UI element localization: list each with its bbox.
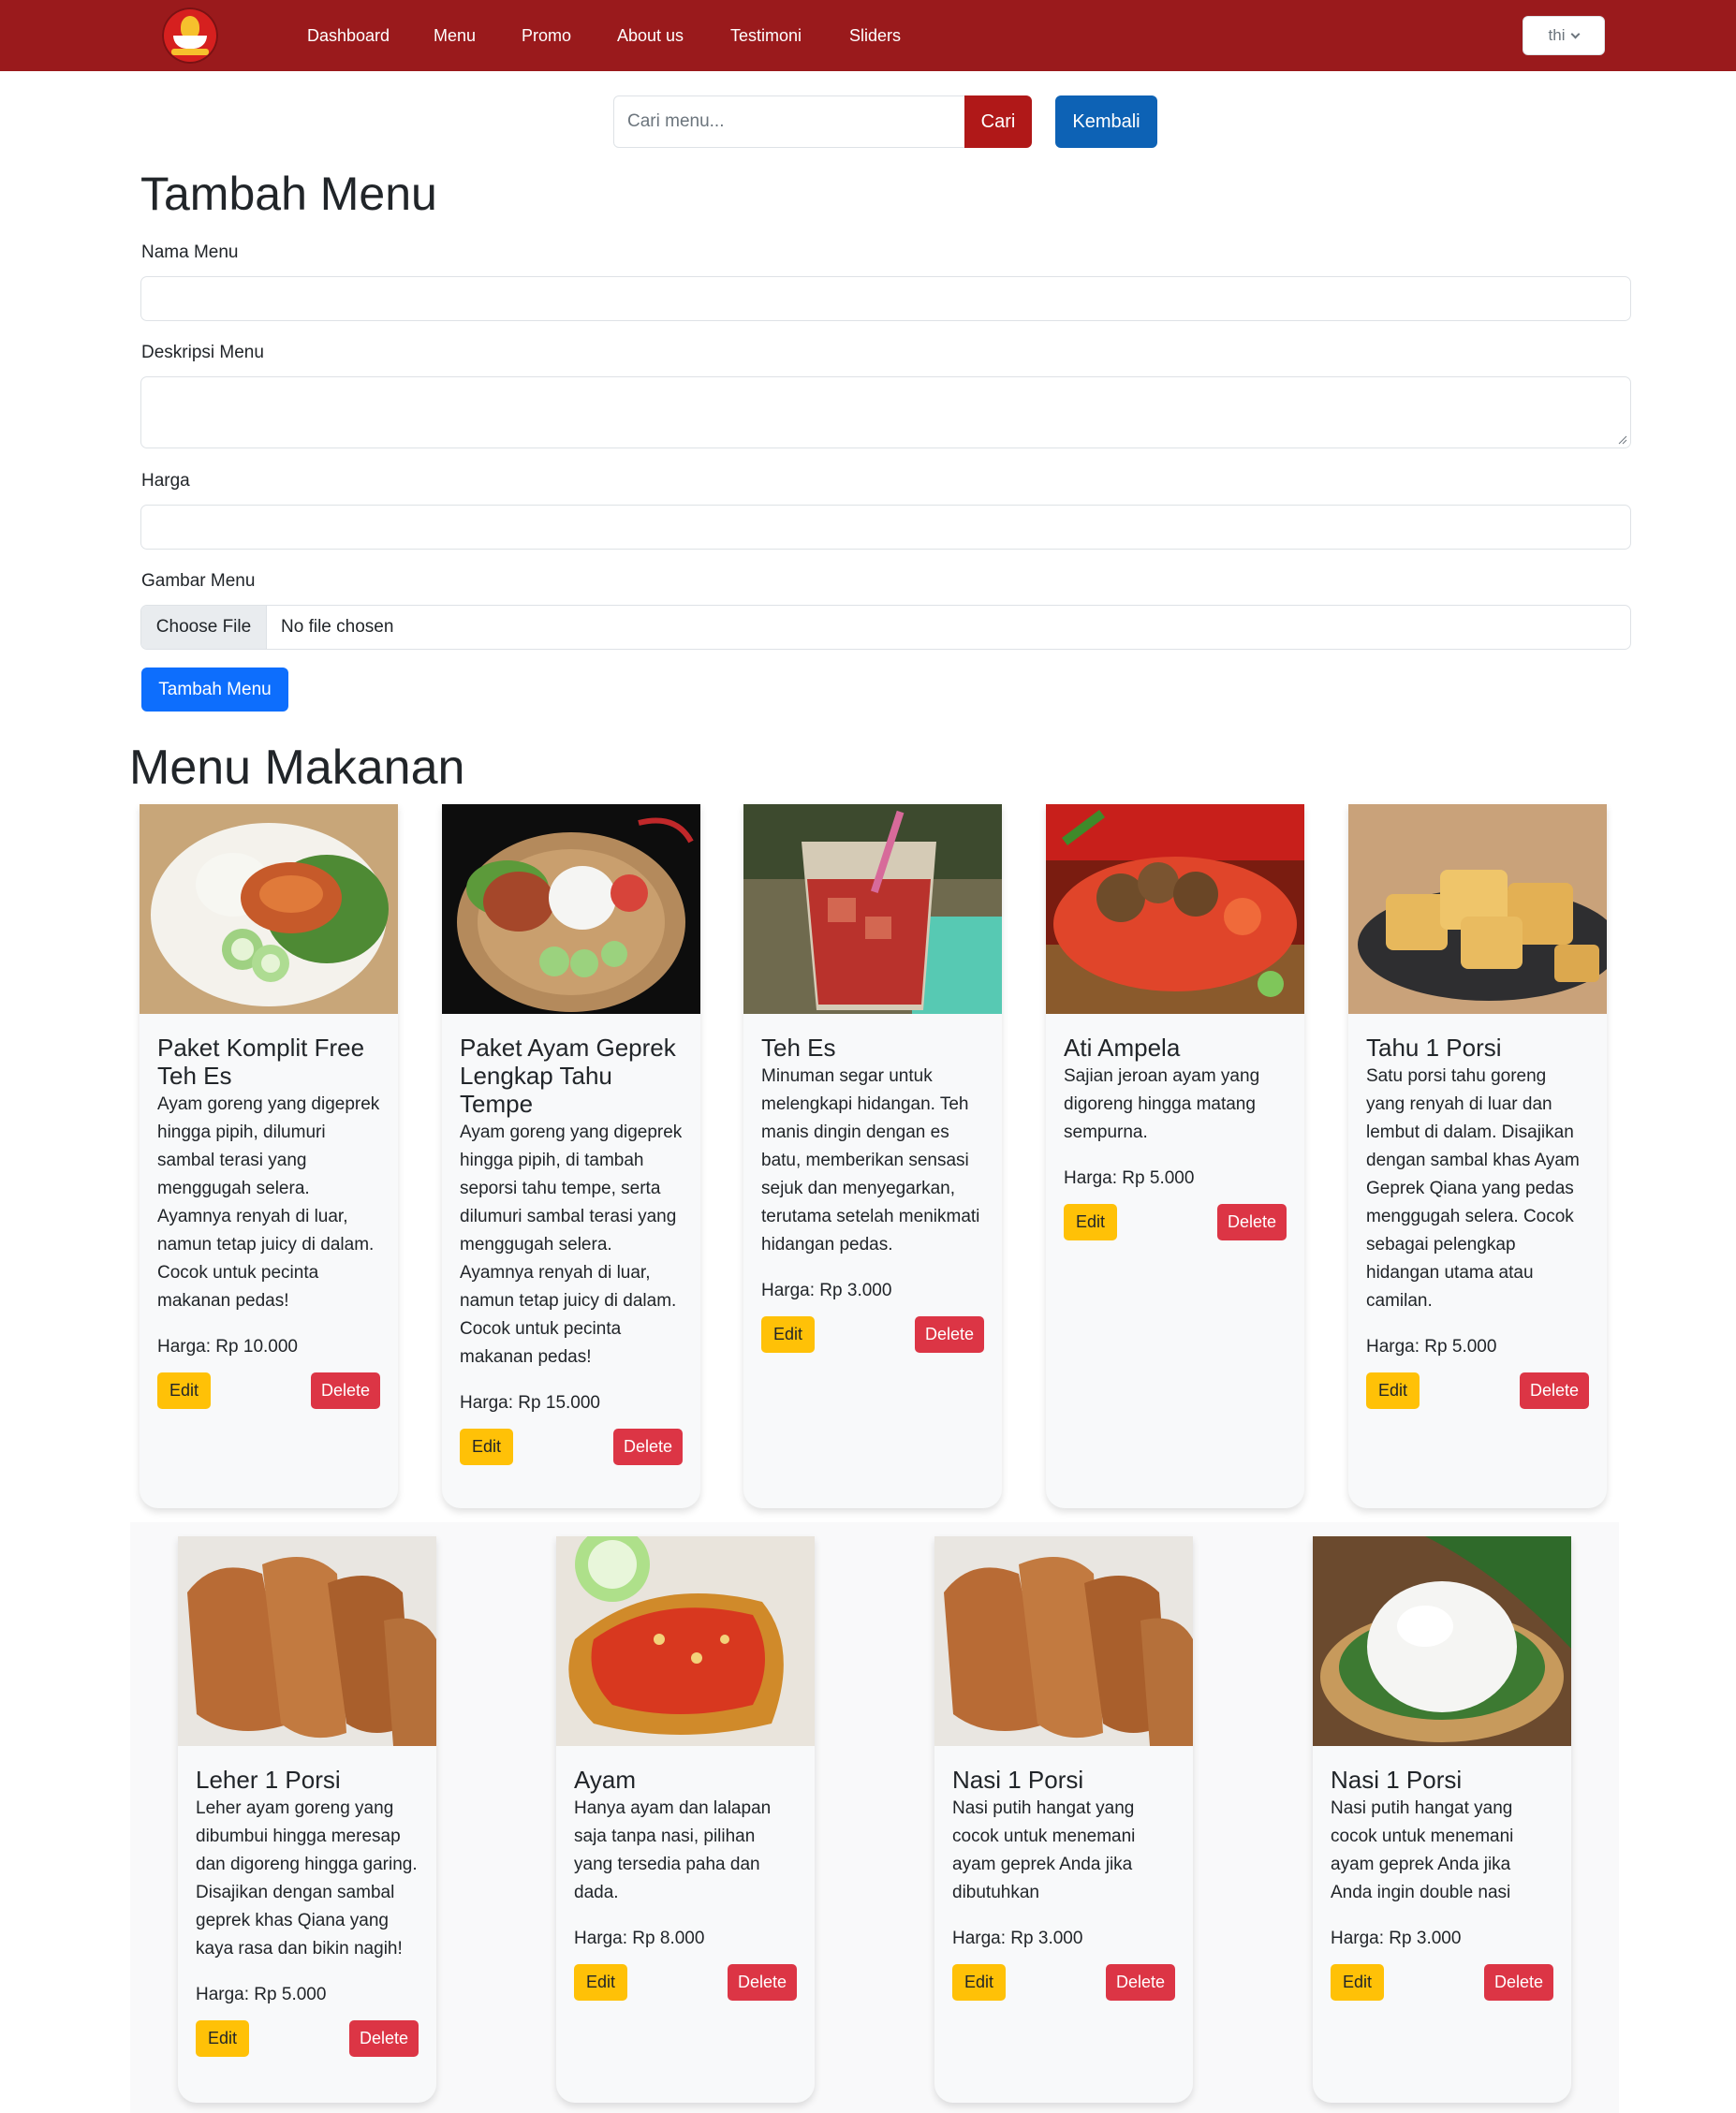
- menu-item-price: Harga: Rp 3.000: [1331, 1929, 1462, 1948]
- menu-item-name: Teh Es: [761, 1034, 836, 1062]
- nav-link-testimoni[interactable]: Testimoni: [730, 26, 802, 46]
- edit-button[interactable]: Edit: [460, 1429, 514, 1465]
- user-dropdown-label: thi: [1548, 26, 1566, 44]
- resize-handle-icon[interactable]: [1618, 435, 1627, 445]
- menu-item-name: Ati Ampela: [1064, 1034, 1181, 1062]
- menu-name-input[interactable]: [140, 276, 1631, 321]
- edit-button[interactable]: Edit: [196, 2020, 250, 2057]
- menu-description-textarea[interactable]: [140, 376, 1631, 448]
- delete-button[interactable]: Delete: [1483, 1964, 1553, 2001]
- nav-link-about-us[interactable]: About us: [617, 26, 684, 46]
- menu-name-label: Nama Menu: [141, 242, 239, 262]
- nav-link-menu[interactable]: Menu: [434, 26, 476, 46]
- menu-item-description: Minuman segar untuk melengkapi hidangan.…: [761, 1066, 980, 1255]
- menu-item-description: Hanya ayam dan lalapan saja tanpa nasi, …: [574, 1798, 772, 1902]
- choose-file-button[interactable]: Choose File: [141, 606, 267, 649]
- edit-button[interactable]: Edit: [761, 1316, 816, 1353]
- logo-bowl-icon: [173, 36, 207, 49]
- delete-button[interactable]: Delete: [612, 1429, 683, 1465]
- menu-item-price: Harga: Rp 10.000: [157, 1337, 298, 1357]
- menu-card: Tahu 1 Porsi Satu porsi tahu goreng yang…: [1348, 804, 1607, 1508]
- brand-logo[interactable]: [162, 7, 218, 64]
- navbar: Dashboard Menu Promo About us Testimoni …: [0, 0, 1736, 71]
- edit-button[interactable]: Edit: [952, 1964, 1007, 2001]
- delete-button[interactable]: Delete: [1105, 1964, 1175, 2001]
- search-input[interactable]: [613, 95, 965, 148]
- add-menu-button[interactable]: Tambah Menu: [141, 668, 288, 712]
- menu-image: [140, 804, 398, 1014]
- menu-item-price: Harga: Rp 5.000: [1366, 1337, 1497, 1357]
- nav-link-sliders[interactable]: Sliders: [849, 26, 901, 46]
- menu-item-name: Leher 1 Porsi: [196, 1766, 341, 1794]
- back-button[interactable]: Kembali: [1055, 95, 1157, 148]
- delete-button[interactable]: Delete: [1519, 1372, 1589, 1409]
- menu-card: Paket Ayam Geprek Lengkap Tahu Tempe Aya…: [442, 804, 700, 1508]
- form-title: Tambah Menu: [140, 168, 437, 220]
- edit-button[interactable]: Edit: [574, 1964, 628, 2001]
- menu-item-name: Ayam: [574, 1766, 636, 1794]
- menu-item-description: Satu porsi tahu goreng yang renyah di lu…: [1366, 1066, 1580, 1311]
- menu-image: [1348, 804, 1607, 1014]
- file-status-text: No file chosen: [281, 617, 394, 637]
- menu-card: Ati Ampela Sajian jeroan ayam yang digor…: [1046, 804, 1304, 1508]
- menu-image: [934, 1536, 1193, 1746]
- chevron-down-icon: [1571, 29, 1581, 38]
- delete-button[interactable]: Delete: [348, 2020, 419, 2057]
- edit-button[interactable]: Edit: [157, 1372, 212, 1409]
- menu-card: Ayam Hanya ayam dan lalapan saja tanpa n…: [556, 1536, 815, 2103]
- menu-item-price: Harga: Rp 15.000: [460, 1393, 600, 1413]
- menu-image: [743, 804, 1002, 1014]
- menu-item-price: Harga: Rp 8.000: [574, 1929, 705, 1948]
- delete-button[interactable]: Delete: [727, 1964, 797, 2001]
- nav-link-dashboard[interactable]: Dashboard: [307, 26, 390, 46]
- menu-item-description: Ayam goreng yang digeprek hingga pipih, …: [157, 1094, 380, 1311]
- menu-item-price: Harga: Rp 5.000: [196, 1985, 327, 2004]
- menu-description-label: Deskripsi Menu: [141, 343, 264, 362]
- menu-image: [178, 1536, 436, 1746]
- menu-image-file-input[interactable]: Choose File No file chosen: [140, 605, 1631, 650]
- nav-link-promo[interactable]: Promo: [522, 26, 571, 46]
- menu-item-price: Harga: Rp 3.000: [952, 1929, 1083, 1948]
- menu-item-description: Nasi putih hangat yang cocok untuk menem…: [1331, 1798, 1514, 1902]
- menu-section-title: Menu Makanan: [129, 741, 465, 795]
- search-button[interactable]: Cari: [964, 95, 1032, 148]
- edit-button[interactable]: Edit: [1366, 1372, 1420, 1409]
- menu-item-description: Sajian jeroan ayam yang digoreng hingga …: [1064, 1066, 1260, 1142]
- menu-image-label: Gambar Menu: [141, 571, 256, 591]
- menu-card: Teh Es Minuman segar untuk melengkapi hi…: [743, 804, 1002, 1508]
- menu-item-name: Paket Ayam Geprek Lengkap Tahu Tempe: [460, 1034, 676, 1118]
- menu-card: Paket Komplit Free Teh Es Ayam goreng ya…: [140, 804, 398, 1508]
- delete-button[interactable]: Delete: [310, 1372, 380, 1409]
- menu-item-price: Harga: Rp 3.000: [761, 1281, 892, 1300]
- edit-button[interactable]: Edit: [1064, 1204, 1118, 1240]
- delete-button[interactable]: Delete: [914, 1316, 984, 1353]
- menu-item-price: Harga: Rp 5.000: [1064, 1168, 1195, 1188]
- user-dropdown-button[interactable]: thi: [1523, 16, 1605, 55]
- menu-image: [1313, 1536, 1571, 1746]
- menu-item-description: Nasi putih hangat yang cocok untuk menem…: [952, 1798, 1136, 1902]
- menu-image: [1046, 804, 1304, 1014]
- logo-ribbon-icon: [171, 49, 209, 55]
- menu-card: Leher 1 Porsi Leher ayam goreng yang dib…: [178, 1536, 436, 2103]
- menu-card: Nasi 1 Porsi Nasi putih hangat yang coco…: [1313, 1536, 1571, 2103]
- menu-image: [442, 804, 700, 1014]
- menu-card: Nasi 1 Porsi Nasi putih hangat yang coco…: [934, 1536, 1193, 2103]
- edit-button[interactable]: Edit: [1331, 1964, 1385, 2001]
- price-label: Harga: [141, 471, 190, 491]
- menu-item-description: Leher ayam goreng yang dibumbui hingga m…: [196, 1798, 418, 1959]
- menu-item-name: Tahu 1 Porsi: [1366, 1034, 1502, 1062]
- price-input[interactable]: [140, 505, 1631, 550]
- menu-item-description: Ayam goreng yang digeprek hingga pipih, …: [460, 1123, 683, 1367]
- menu-image: [556, 1536, 815, 1746]
- menu-item-name: Paket Komplit Free Teh Es: [157, 1034, 365, 1090]
- menu-item-name: Nasi 1 Porsi: [952, 1766, 1084, 1794]
- delete-button[interactable]: Delete: [1216, 1204, 1287, 1240]
- menu-item-name: Nasi 1 Porsi: [1331, 1766, 1463, 1794]
